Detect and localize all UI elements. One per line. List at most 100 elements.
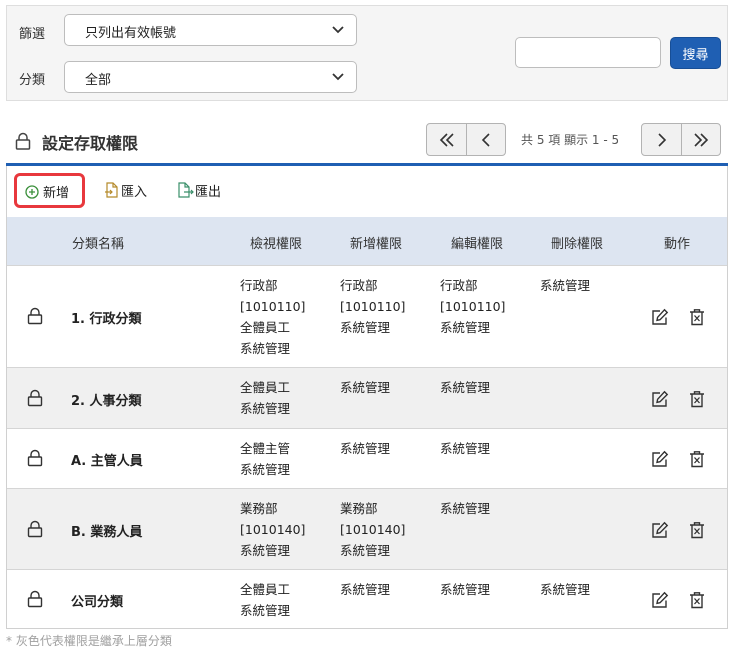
pager-info: 共 5 項 顯示 1 - 5: [521, 133, 620, 147]
trash-icon[interactable]: [689, 591, 705, 613]
chevron-down-icon: [332, 26, 344, 34]
lock-icon: [26, 520, 44, 542]
lock-icon: [26, 590, 44, 612]
edit-permission-cell: 系統管理: [440, 438, 490, 459]
permission-entry: 業務部: [240, 501, 278, 516]
last-page-button[interactable]: [681, 124, 720, 155]
permission-entry: 系統管理: [440, 582, 491, 597]
add-button-label: 新增: [43, 185, 70, 200]
view-permission-cell: 全體員工 系統管理: [240, 377, 290, 419]
chevron-left-icon: [481, 132, 490, 147]
permission-entry: 系統管理: [340, 543, 391, 558]
import-button-label: 匯入: [121, 185, 148, 200]
view-permission-cell: 業務部 [1010140] 系統管理: [240, 498, 305, 561]
file-import-icon: [105, 182, 118, 198]
permission-entry: [1010110]: [240, 299, 306, 314]
file-export-icon: [178, 182, 194, 198]
edit-icon[interactable]: [651, 450, 669, 472]
edit-icon[interactable]: [651, 521, 669, 543]
table-row: 公司分類 全體員工 系統管理 系統管理 系統管理 系統管理: [7, 569, 727, 629]
permission-entry: [1010110]: [340, 299, 406, 314]
search-button[interactable]: 搜尋: [670, 37, 721, 69]
filter-select-value: 只列出有效帳號: [85, 26, 177, 41]
permission-entry: [1010140]: [240, 522, 306, 537]
permission-entry: 系統管理: [440, 320, 491, 335]
view-permission-cell: 全體員工 系統管理: [240, 579, 290, 621]
view-permission-cell: 行政部 [1010110] 全體員工系統管理: [240, 275, 305, 359]
first-page-button[interactable]: [427, 124, 466, 155]
permission-entry: 系統管理: [240, 543, 291, 558]
header-add: 新增權限: [350, 237, 403, 252]
category-name: 2. 人事分類: [71, 394, 142, 409]
edit-icon[interactable]: [651, 390, 669, 412]
table-header: 分類名稱 檢視權限 新增權限 編輯權限 刪除權限 動作: [7, 217, 727, 265]
edit-icon[interactable]: [651, 591, 669, 613]
permission-entry: 系統管理: [240, 401, 291, 416]
add-permission-cell: 行政部 [1010110] 系統管理: [340, 275, 405, 338]
permission-entry: 系統管理: [240, 462, 291, 477]
permission-entry: 行政部: [340, 278, 378, 293]
category-name: 1. 行政分類: [71, 312, 142, 327]
permission-entry: 行政部: [440, 278, 478, 293]
permission-entry: 全體員工: [240, 320, 291, 335]
header-delete: 刪除權限: [551, 237, 604, 252]
edit-permission-cell: 系統管理: [440, 579, 490, 600]
edit-permission-cell: 系統管理: [440, 377, 490, 398]
export-button-label: 匯出: [195, 185, 222, 200]
permission-entry: 全體主管: [240, 441, 291, 456]
permission-entry: 系統管理: [540, 278, 591, 293]
pager-next-group: [641, 123, 721, 156]
category-name: A. 主管人員: [71, 454, 143, 469]
pager-prev-group: [426, 123, 506, 156]
permission-entry: [1010140]: [340, 522, 406, 537]
next-page-button[interactable]: [642, 124, 681, 155]
permission-entry: 系統管理: [440, 501, 491, 516]
table-row: 2. 人事分類 全體員工 系統管理 系統管理 系統管理: [7, 367, 727, 428]
header-view: 檢視權限: [250, 237, 303, 252]
chevron-right-icon: [657, 132, 666, 147]
prev-page-button[interactable]: [466, 124, 505, 155]
category-select[interactable]: 全部: [64, 61, 357, 93]
header-action: 動作: [664, 237, 691, 252]
permission-entry: 行政部: [240, 278, 278, 293]
lock-icon: [26, 449, 44, 471]
permission-entry: 系統管理: [440, 441, 491, 456]
edit-permission-cell: 系統管理: [440, 498, 490, 519]
permission-entry: 系統管理: [540, 582, 591, 597]
trash-icon[interactable]: [689, 521, 705, 543]
lock-icon: [26, 307, 44, 329]
delete-permission-cell: 系統管理: [540, 579, 590, 600]
permission-entry: [1010110]: [440, 299, 506, 314]
permission-entry: 系統管理: [240, 341, 291, 356]
table-row: B. 業務人員 業務部 [1010140] 系統管理 業務部 [1010140] 系統管理系…: [7, 488, 727, 569]
search-input[interactable]: [515, 37, 661, 68]
permission-entry: 全體員工: [240, 582, 291, 597]
add-button[interactable]: 新增: [14, 173, 85, 208]
plus-circle-icon: [25, 185, 39, 199]
permission-entry: 系統管理: [340, 320, 391, 335]
permission-entry: 系統管理: [340, 582, 391, 597]
table-row: A. 主管人員 全體主管 系統管理 系統管理 系統管理: [7, 428, 727, 488]
permission-entry: 系統管理: [240, 603, 291, 618]
category-label: 分類: [19, 73, 46, 88]
add-permission-cell: 系統管理: [340, 377, 390, 398]
add-permission-cell: 業務部 [1010140] 系統管理: [340, 498, 405, 561]
add-permission-cell: 系統管理: [340, 579, 390, 600]
delete-permission-cell: 系統管理: [540, 275, 590, 296]
trash-icon[interactable]: [689, 450, 705, 472]
header-edit: 編輯權限: [451, 237, 504, 252]
trash-icon[interactable]: [689, 308, 705, 330]
view-permission-cell: 全體主管 系統管理: [240, 438, 290, 480]
edit-icon[interactable]: [651, 308, 669, 330]
lock-icon: [26, 389, 44, 411]
edit-permission-cell: 行政部 [1010110] 系統管理: [440, 275, 505, 338]
filter-select[interactable]: 只列出有效帳號: [64, 14, 357, 46]
lock-icon: [15, 132, 31, 150]
double-chevron-left-icon: [439, 132, 454, 147]
add-permission-cell: 系統管理: [340, 438, 390, 459]
trash-icon[interactable]: [689, 390, 705, 412]
double-chevron-right-icon: [694, 132, 709, 147]
chevron-down-icon: [332, 73, 344, 81]
permission-entry: 業務部: [340, 501, 378, 516]
permission-entry: 系統管理: [340, 380, 391, 395]
